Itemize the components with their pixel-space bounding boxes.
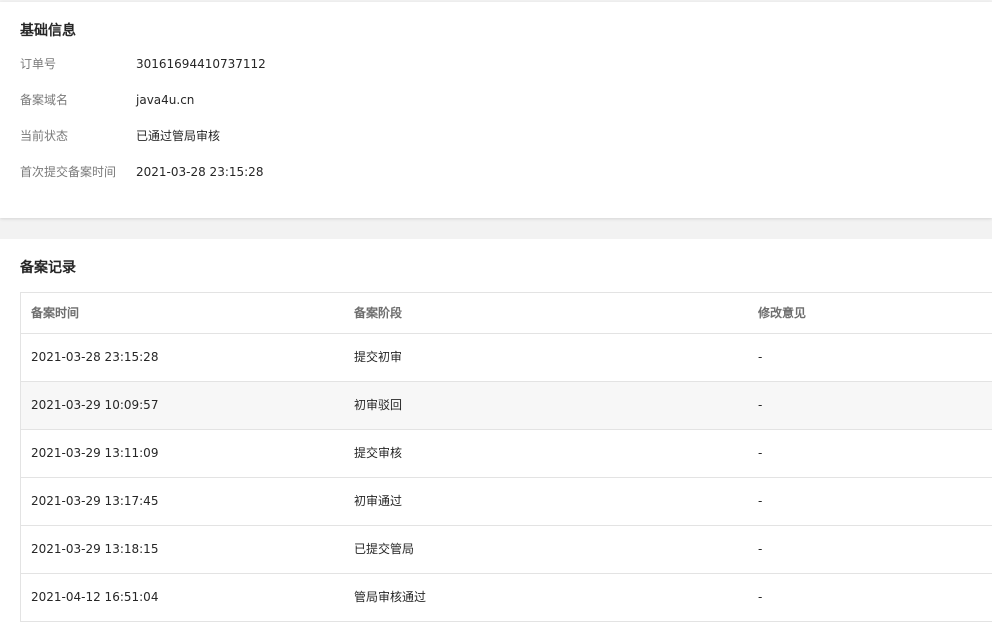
cell-stage: 已提交管局 — [354, 542, 415, 556]
cell-comment: - — [758, 446, 763, 460]
basic-info-title: 基础信息 — [20, 23, 76, 39]
table-row: 2021-03-29 10:09:57 初审驳回 - — [21, 382, 992, 430]
cell-time: 2021-04-12 16:51:04 — [31, 590, 159, 604]
cell-comment: - — [758, 350, 763, 364]
cell-time: 2021-03-29 10:09:57 — [31, 398, 159, 412]
table-row: 2021-03-29 13:18:15 已提交管局 - — [21, 526, 992, 574]
cell-stage: 提交审核 — [354, 446, 403, 460]
records-title: 备案记录 — [20, 260, 76, 276]
cell-stage: 初审通过 — [354, 494, 403, 508]
info-label: 首次提交备案时间 — [20, 165, 117, 179]
column-header-comment: 修改意见 — [758, 306, 807, 320]
cell-stage: 管局审核通过 — [354, 590, 427, 604]
records-table: 备案时间 备案阶段 修改意见 2021-03-28 23:15:28 提交初审 … — [20, 292, 992, 622]
cell-comment: - — [758, 398, 763, 412]
cell-time: 2021-03-29 13:18:15 — [31, 542, 159, 556]
info-value: java4u.cn — [136, 93, 195, 107]
info-value: 2021-03-28 23:15:28 — [136, 165, 264, 179]
cell-time: 2021-03-29 13:17:45 — [31, 494, 159, 508]
cell-comment: - — [758, 542, 763, 556]
table-row: 2021-03-28 23:15:28 提交初审 - — [21, 334, 992, 382]
cell-comment: - — [758, 494, 763, 508]
info-row-first-submit-time: 首次提交备案时间 2021-03-28 23:15:28 — [20, 162, 920, 182]
table-row: 2021-03-29 13:17:45 初审通过 - — [21, 478, 992, 526]
table-row: 2021-03-29 13:11:09 提交审核 - — [21, 430, 992, 478]
records-card: 备案记录 备案时间 备案阶段 修改意见 2021-03-28 23:15:28 … — [0, 239, 992, 625]
info-value: 已通过管局审核 — [136, 129, 221, 143]
table-header: 备案时间 备案阶段 修改意见 — [21, 293, 992, 334]
info-value: 30161694410737112 — [136, 57, 266, 71]
column-header-time: 备案时间 — [31, 306, 80, 320]
column-header-stage: 备案阶段 — [354, 306, 403, 320]
cell-time: 2021-03-28 23:15:28 — [31, 350, 159, 364]
info-label: 当前状态 — [20, 129, 69, 143]
page: 基础信息 订单号 30161694410737112 备案域名 java4u.c… — [0, 0, 992, 625]
info-label: 订单号 — [20, 57, 57, 71]
info-row-order-number: 订单号 30161694410737112 — [20, 54, 920, 74]
table-row: 2021-04-12 16:51:04 管局审核通过 - — [21, 574, 992, 622]
basic-info-card: 基础信息 订单号 30161694410737112 备案域名 java4u.c… — [0, 2, 992, 218]
cell-comment: - — [758, 590, 763, 604]
info-row-status: 当前状态 已通过管局审核 — [20, 126, 920, 146]
cell-time: 2021-03-29 13:11:09 — [31, 446, 159, 460]
info-row-domain: 备案域名 java4u.cn — [20, 90, 920, 110]
info-label: 备案域名 — [20, 93, 69, 107]
cell-stage: 初审驳回 — [354, 398, 403, 412]
cell-stage: 提交初审 — [354, 350, 403, 364]
